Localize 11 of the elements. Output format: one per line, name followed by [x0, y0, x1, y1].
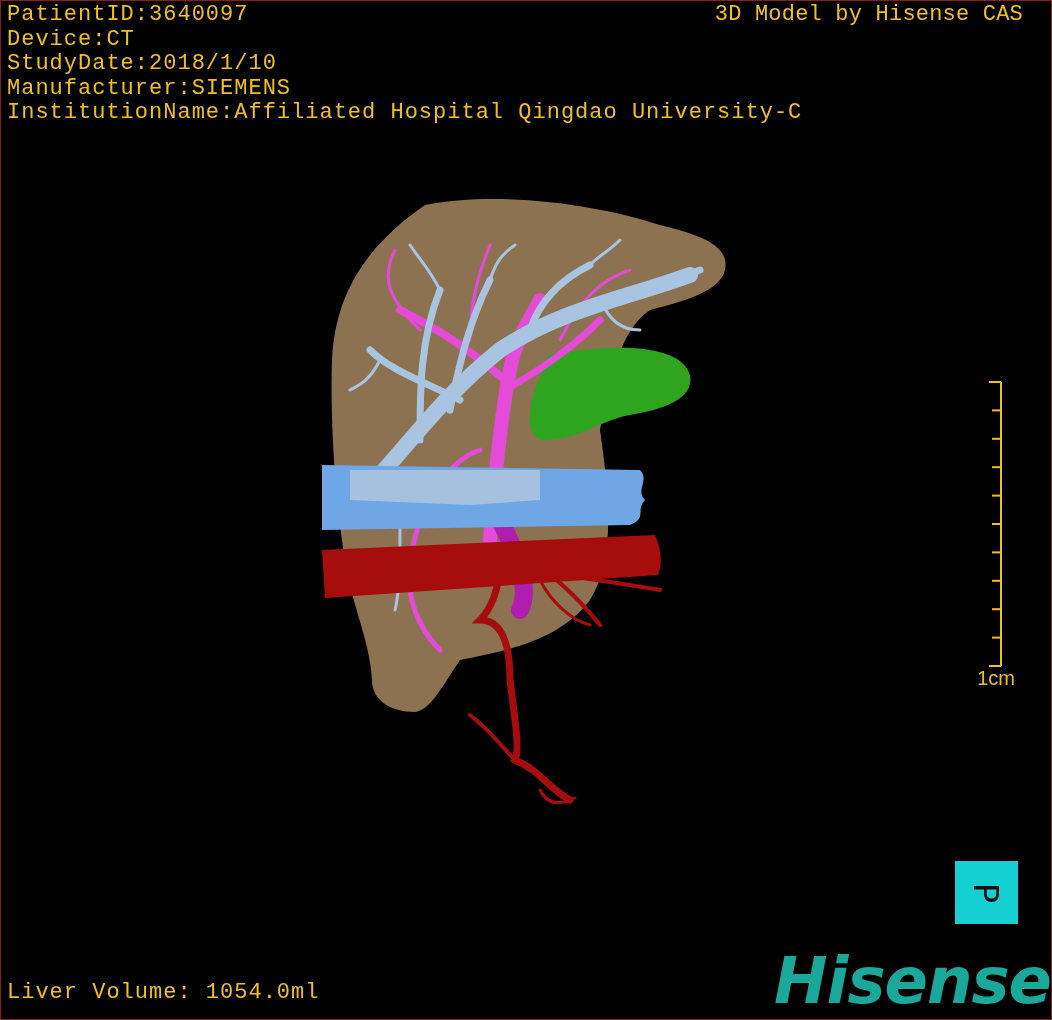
- patient-info-text: Device:CT: [7, 27, 135, 52]
- orientation-marker[interactable]: P: [955, 861, 1018, 924]
- patient-info-text: PatientID:3640097: [7, 3, 249, 28]
- liver-volume-text: Liver Volume: 1054.0ml: [7, 980, 320, 1005]
- patient-info-text: Manufacturer:SIEMENS: [7, 76, 292, 101]
- patient-info-text: InstitutionName:Affiliated Hospital Qingdao University-C: [7, 101, 803, 126]
- patient-info-text: StudyDate:2018/1/10: [7, 52, 277, 77]
- scale-bar-icon: [989, 381, 1003, 667]
- scale-label: 1cm: [977, 667, 1015, 689]
- logo: Hisense: [773, 949, 1051, 1013]
- model-credit-text: 3D Model by Hisense CAS: [714, 3, 1023, 28]
